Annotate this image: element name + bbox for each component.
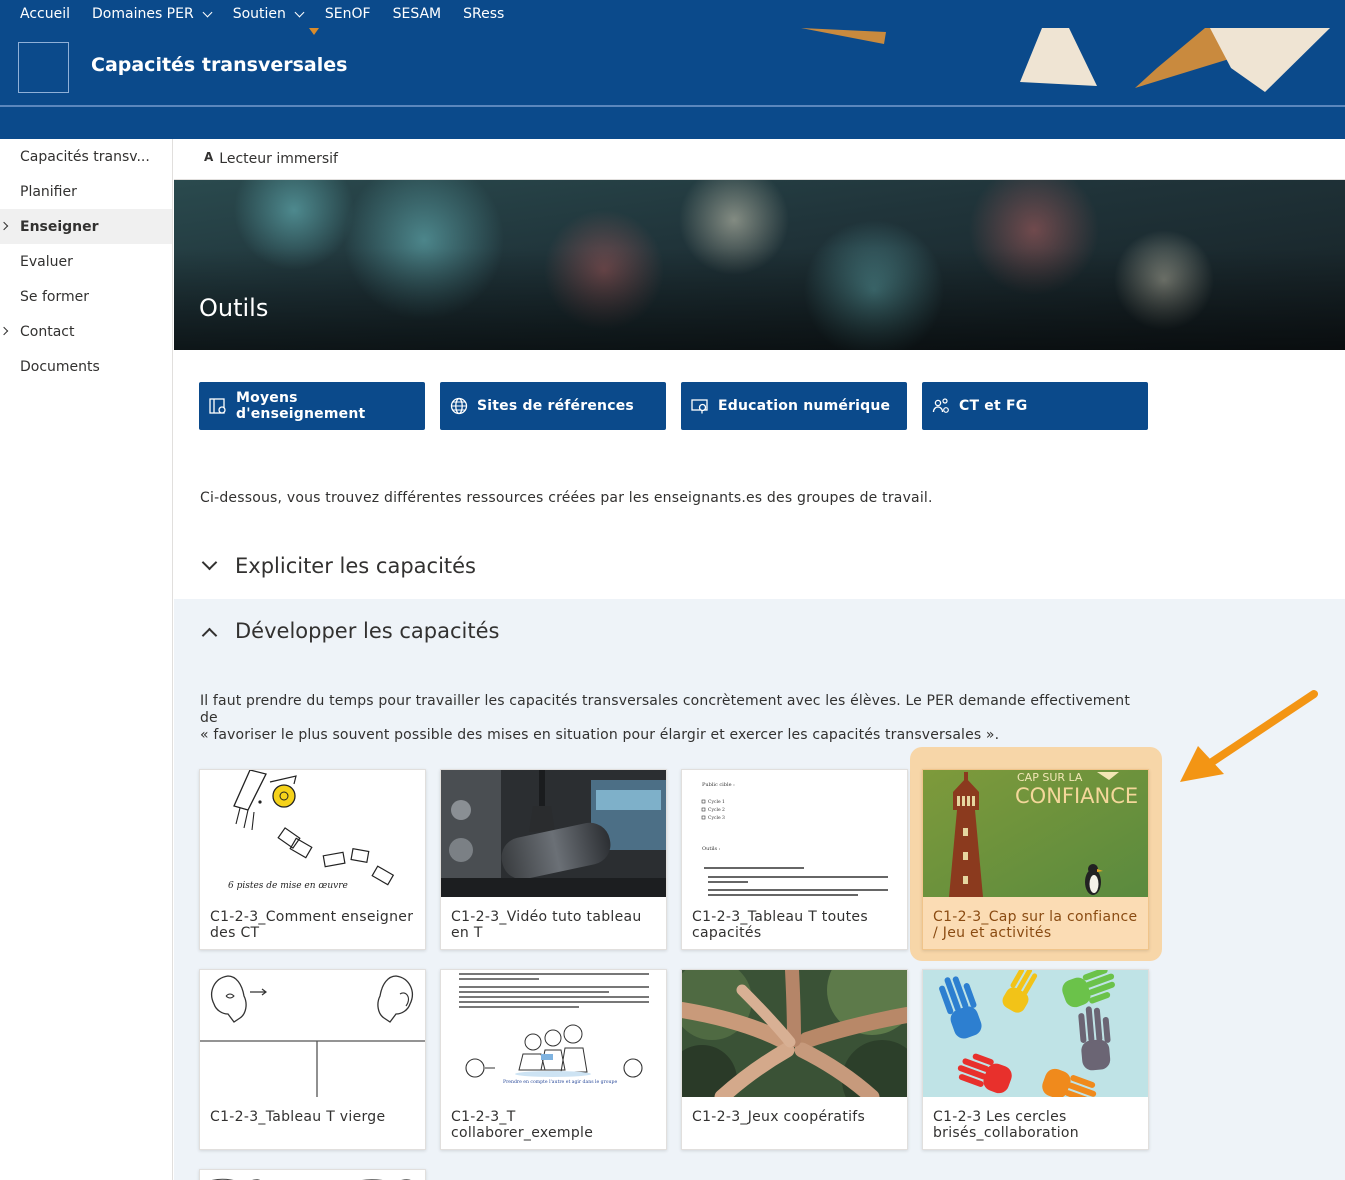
- header-decoration: [801, 28, 1330, 92]
- svg-text:Prendre en compte l'autre et a: Prendre en compte l'autre et agir dans l…: [503, 1079, 617, 1085]
- section-developper-title: Développer les capacités: [235, 619, 500, 643]
- quicklink-moyens-enseignement[interactable]: Moyens d'enseignement: [199, 382, 425, 430]
- svg-text:Public cible :: Public cible :: [702, 782, 735, 788]
- card-title: C1-2-3_Tableau T toutes capacités: [692, 909, 868, 941]
- nav-indicator: [309, 28, 319, 35]
- chevron-right-icon[interactable]: [0, 326, 9, 336]
- sidebar-item-enseigner[interactable]: Enseigner: [0, 209, 172, 244]
- resource-card-video-tuto[interactable]: C1-2-3_Vidéo tuto tableau en T: [440, 769, 667, 950]
- svg-text:Outils :: Outils :: [702, 846, 721, 852]
- sidebar-item-evaluer[interactable]: Evaluer: [0, 244, 172, 279]
- site-header: Capacités transversales: [0, 28, 1345, 106]
- resource-card-tableau-t-vierge[interactable]: C1-2-3_Tableau T vierge: [199, 969, 426, 1150]
- chevron-down-icon: [202, 7, 213, 17]
- card-title: C1-2-3_Tableau T vierge: [210, 1109, 386, 1125]
- section-developper-text: Il faut prendre du temps pour travailler…: [200, 693, 1130, 743]
- sidebar-item-planifier[interactable]: Planifier: [0, 174, 172, 209]
- card-thumbnail: CAP SUR LA CONFIANCE: [923, 770, 1148, 897]
- colored-hands-illustration: [923, 970, 1148, 1097]
- card-title: C1-2-3_Cap sur la confiance / Jeu et act…: [933, 909, 1138, 941]
- chevron-down-icon: [201, 554, 218, 570]
- card-thumbnail: [200, 1174, 425, 1180]
- hero-background: [174, 180, 1345, 350]
- resource-card-partial[interactable]: [199, 1169, 426, 1180]
- sidebar-item-se-former[interactable]: Se former: [0, 279, 172, 314]
- card-title: C1-2-3_Comment enseigner des CT: [210, 909, 414, 941]
- resource-card-comment-enseigner[interactable]: 6 pistes de mise en œuvre C1-2-3_Comment…: [199, 769, 426, 950]
- book-icon: [209, 398, 226, 414]
- svg-text:Cycle 2: Cycle 2: [708, 807, 725, 813]
- nav-item-senof[interactable]: SEnOF: [325, 6, 371, 22]
- card-thumbnail: [682, 970, 907, 1097]
- site-logo[interactable]: [18, 42, 69, 93]
- card-thumb-caption: 6 pistes de mise en œuvre: [228, 881, 348, 891]
- left-navigation: Capacités transv... Planifier Enseigner …: [0, 139, 173, 1180]
- card-thumbnail: Public cible : Cycle 1 Cycle 2 Cycle 3 O…: [682, 770, 907, 897]
- card-thumbnail: [200, 970, 425, 1097]
- svg-text:Cycle 1: Cycle 1: [708, 799, 725, 805]
- card-title: C1-2-3_T collaborer_exemple: [451, 1109, 594, 1141]
- header-subband: [0, 107, 1345, 139]
- top-navigation: Accueil Domaines PER Soutien SEnOF SESAM…: [0, 0, 1345, 28]
- card-thumbnail: 6 pistes de mise en œuvre: [200, 770, 425, 897]
- card-title: C1-2-3_Jeux coopératifs: [692, 1109, 866, 1125]
- chevron-down-icon: [294, 7, 305, 17]
- lighthouse-illustration: CAP SUR LA CONFIANCE: [923, 770, 1148, 897]
- nav-item-domaines-per[interactable]: Domaines PER: [92, 6, 213, 22]
- sidebar-item-contact[interactable]: Contact: [0, 314, 172, 349]
- chevron-right-icon[interactable]: [0, 221, 9, 231]
- section-developper-toggle[interactable]: Développer les capacités: [200, 619, 499, 643]
- globe-icon: [450, 397, 468, 415]
- resource-card-cap-confiance[interactable]: CAP SUR LA CONFIANCE C1-2-3_Cap sur la c…: [922, 769, 1149, 950]
- nav-item-sress[interactable]: SRess: [463, 6, 504, 22]
- hero-banner: Outils: [174, 180, 1345, 350]
- screen-icon: [691, 399, 708, 414]
- document-preview: Public cible : Cycle 1 Cycle 2 Cycle 3 O…: [682, 770, 907, 897]
- section-expliciter: Expliciter les capacités: [174, 540, 1345, 599]
- section-expliciter-toggle[interactable]: Expliciter les capacités: [200, 554, 476, 578]
- card-thumbnail: [441, 770, 666, 897]
- svg-text:Cycle 3: Cycle 3: [708, 815, 725, 821]
- chevron-up-icon: [201, 627, 218, 643]
- microphone-photo: [441, 770, 666, 897]
- immersive-reader-label: Lecteur immersif: [219, 151, 338, 167]
- intro-text: Ci-dessous, vous trouvez différentes res…: [200, 490, 933, 506]
- resource-card-cercles-brises[interactable]: C1-2-3 Les cercles brisés_collaboration: [922, 969, 1149, 1150]
- arrow-annotation-icon: [1180, 690, 1318, 782]
- nav-item-sesam[interactable]: SESAM: [393, 6, 442, 22]
- nav-item-accueil[interactable]: Accueil: [20, 6, 70, 22]
- sidebar-item-capacites[interactable]: Capacités transv...: [0, 139, 172, 174]
- collaboration-document-preview: Prendre en compte l'autre et agir dans l…: [441, 970, 666, 1097]
- t-chart-template: [200, 970, 425, 1097]
- svg-text:CONFIANCE: CONFIANCE: [1015, 784, 1138, 808]
- quicklink-education-numerique[interactable]: Education numérique: [681, 382, 907, 430]
- hands-star-photo: [682, 970, 907, 1097]
- svg-text:CAP SUR LA: CAP SUR LA: [1017, 771, 1083, 784]
- immersive-reader-button[interactable]: A Lecteur immersif: [204, 150, 338, 167]
- resource-card-jeux-cooperatifs[interactable]: C1-2-3_Jeux coopératifs: [681, 969, 908, 1150]
- quicklink-sites-references[interactable]: Sites de références: [440, 382, 666, 430]
- hero-title: Outils: [199, 294, 269, 322]
- immersive-reader-icon: A: [204, 150, 214, 164]
- command-bar: A Lecteur immersif: [174, 139, 1345, 180]
- sidebar-item-documents[interactable]: Documents: [0, 349, 172, 384]
- card-title: C1-2-3_Vidéo tuto tableau en T: [451, 909, 642, 941]
- card-title: C1-2-3 Les cercles brisés_collaboration: [933, 1109, 1079, 1141]
- nav-item-soutien[interactable]: Soutien: [233, 6, 305, 22]
- site-title[interactable]: Capacités transversales: [91, 54, 347, 76]
- sketch-illustration: 6 pistes de mise en œuvre: [200, 770, 425, 897]
- card-thumbnail: [923, 970, 1148, 1097]
- section-expliciter-title: Expliciter les capacités: [235, 554, 476, 578]
- card-thumbnail: Prendre en compte l'autre et agir dans l…: [441, 970, 666, 1097]
- quicklink-ct-fg[interactable]: CT et FG: [922, 382, 1148, 430]
- resource-card-tableau-t-toutes[interactable]: Public cible : Cycle 1 Cycle 2 Cycle 3 O…: [681, 769, 908, 950]
- people-icon: [932, 398, 949, 413]
- resource-card-t-collaborer-exemple[interactable]: Prendre en compte l'autre et agir dans l…: [440, 969, 667, 1150]
